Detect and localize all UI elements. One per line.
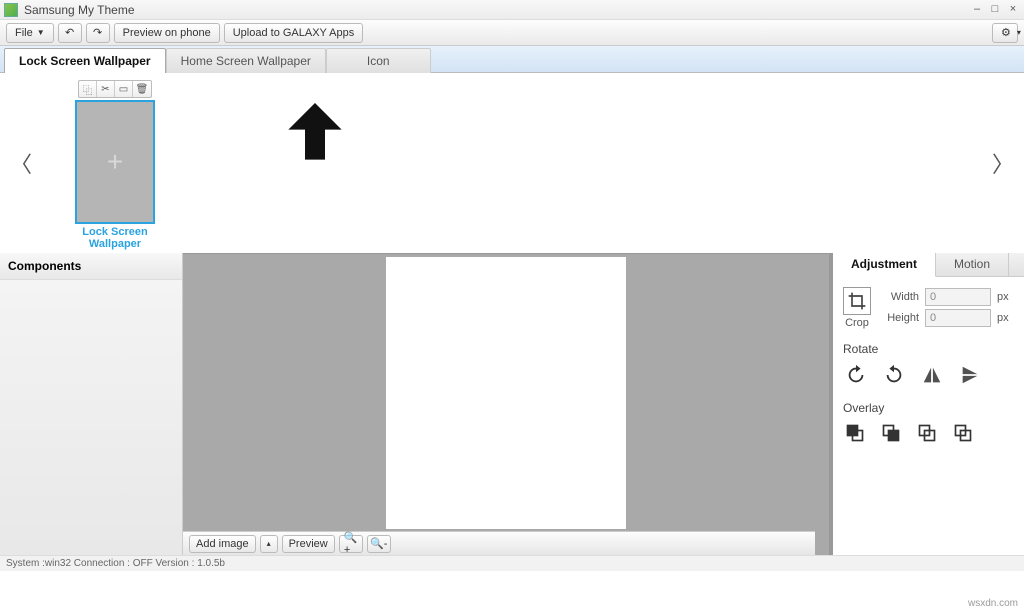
up-arrow-annotation [275,93,355,173]
redo-button[interactable]: ↷ [86,23,110,43]
content-tabs: Lock Screen Wallpaper Home Screen Wallpa… [0,46,1024,73]
upload-apps-button[interactable]: Upload to GALAXY Apps [224,23,364,43]
tab-lock-screen[interactable]: Lock Screen Wallpaper [4,48,166,73]
preview-button[interactable]: Preview [282,535,335,553]
main-toolbar: File▼ ↶ ↷ Preview on phone Upload to GAL… [0,20,1024,46]
width-unit: px [997,291,1009,303]
overlay-label: Overlay [843,401,1014,415]
rotate-ccw-icon[interactable] [883,364,905,389]
tab-icon[interactable]: Icon [326,48,431,73]
components-panel: Components [0,253,183,555]
paste-icon[interactable]: ▭ [115,81,133,97]
zoom-out-button[interactable]: 🔍- [367,535,391,553]
add-image-button[interactable]: Add image [189,535,256,553]
bring-front-icon[interactable] [845,423,865,446]
send-backward-icon[interactable] [917,423,937,446]
undo-button[interactable]: ↶ [58,23,82,43]
gallery-strip: 〈 ⿻ ✂ ▭ 🗑 + Lock Screen Wallpaper 〉 [0,73,1024,253]
height-input[interactable] [925,309,991,327]
gallery-item[interactable]: ⿻ ✂ ▭ 🗑 + Lock Screen Wallpaper [70,76,160,250]
item-toolbar: ⿻ ✂ ▭ 🗑 [78,80,152,98]
tab-home-screen[interactable]: Home Screen Wallpaper [166,48,326,73]
tab-motion[interactable]: Motion [936,253,1009,276]
status-bar: System :win32 Connection : OFF Version :… [0,555,1024,571]
window-title: Samsung My Theme [24,3,966,17]
canvas[interactable] [386,257,626,529]
preview-phone-button[interactable]: Preview on phone [114,23,220,43]
thumbnail-label: Lock Screen Wallpaper [70,226,160,250]
thumbnail-add[interactable]: + [75,100,155,224]
titlebar: Samsung My Theme – □ × [0,0,1024,20]
crop-icon[interactable] [843,287,871,315]
file-menu[interactable]: File▼ [6,23,54,43]
flip-vertical-icon[interactable] [959,364,981,389]
add-image-dropdown[interactable]: ▴ [260,535,278,553]
canvas-toolbar: Add image ▴ Preview 🔍+ 🔍- [183,531,815,555]
canvas-area [183,253,829,555]
minimize-button[interactable]: – [970,3,984,17]
width-label: Width [879,291,919,303]
gallery-next-button[interactable]: 〉 [992,147,1014,179]
right-panel: Adjustment Motion Crop Width px [829,253,1024,555]
rotate-cw-icon[interactable] [845,364,867,389]
app-icon [4,3,18,17]
zoom-in-button[interactable]: 🔍+ [339,535,363,553]
components-title: Components [0,253,182,280]
watermark: wsxdn.com [968,598,1018,609]
copy-icon[interactable]: ⿻ [79,81,97,97]
gallery-prev-button[interactable]: 〈 [10,147,32,179]
bring-forward-icon[interactable] [881,423,901,446]
flip-horizontal-icon[interactable] [921,364,943,389]
cut-icon[interactable]: ✂ [97,81,115,97]
plus-icon: + [107,146,123,178]
send-back-icon[interactable] [953,423,973,446]
rotate-label: Rotate [843,342,1014,356]
delete-icon[interactable]: 🗑 [133,81,151,97]
settings-button[interactable]: ⚙▾ [992,23,1018,43]
close-button[interactable]: × [1006,3,1020,17]
height-unit: px [997,312,1009,324]
width-input[interactable] [925,288,991,306]
tab-adjustment[interactable]: Adjustment [833,253,936,277]
height-label: Height [879,312,919,324]
maximize-button[interactable]: □ [988,3,1002,17]
crop-label: Crop [843,317,871,329]
